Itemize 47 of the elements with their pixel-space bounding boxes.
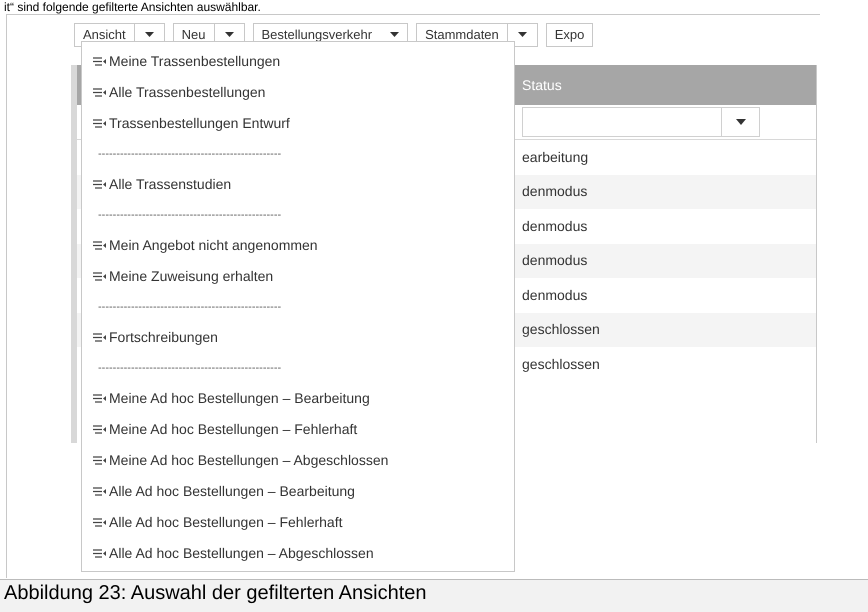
toolbar-button[interactable]: Expo (546, 22, 594, 46)
menu-item[interactable]: Alle Ad hoc Bestellungen – Bearbeitung (82, 476, 514, 507)
table-cell-text: denmodus (522, 251, 588, 270)
menu-item[interactable]: Meine Zuweisung erhalten (82, 261, 514, 292)
menu-separator: -------------------------------------------------- (98, 360, 282, 376)
table-cell-text: denmodus (522, 216, 588, 236)
view-list-icon (93, 119, 107, 128)
menu-item[interactable]: Alle Trassenstudien (82, 169, 514, 200)
view-list-icon (93, 487, 107, 496)
menu-item[interactable]: Alle Ad hoc Bestellungen – Abgeschlossen (82, 538, 514, 569)
caret-icon (390, 32, 400, 37)
intro-text: it“ sind folgende gefilterte Ansichten auswählbar. (4, 0, 262, 14)
table-cell-text: geschlossen (522, 320, 600, 340)
view-list-icon (93, 394, 107, 403)
menu-separator: -------------------------------------------------- (98, 208, 282, 223)
table-cell-text: geschlossen (522, 354, 600, 374)
menu-separator: -------------------------------------------------- (98, 146, 282, 162)
menu-item[interactable]: Meine Ad hoc Bestellungen – Fehlerhaft (82, 414, 514, 445)
view-list-icon (93, 241, 107, 250)
menu-item[interactable]: Alle Ad hoc Bestellungen – Fehlerhaft (82, 507, 514, 538)
menu-item[interactable]: Alle Trassenbestellungen (82, 77, 514, 108)
column-header: Status (522, 76, 562, 94)
table-cell-text: denmodus (522, 286, 588, 305)
view-list-icon (93, 425, 107, 434)
view-list-icon (93, 333, 107, 342)
view-list-icon (93, 88, 107, 97)
table-cell-text: earbeitung (522, 148, 588, 167)
menu-item[interactable]: Fortschreibungen (82, 322, 514, 353)
view-list-icon (93, 549, 107, 558)
menu-separator: -------------------------------------------------- (98, 300, 282, 315)
menu-item[interactable]: Mein Angebot nicht angenommen (82, 230, 514, 261)
menu-item[interactable]: Meine Ad hoc Bestellungen – Bearbeitung (82, 383, 514, 414)
menu-item[interactable]: Trassenbestellungen Entwurf (82, 108, 514, 139)
table-cell-text: denmodus (522, 182, 588, 202)
view-list-icon (93, 180, 107, 189)
caret-icon (144, 32, 154, 37)
menu-item[interactable]: Meine Ad hoc Bestellungen – Abgeschlossen (82, 445, 514, 476)
dropdown-toggle[interactable] (508, 22, 538, 46)
figure-caption: Abbildung 23: Auswahl der gefilterten Ansichten (4, 583, 428, 603)
caret-icon (518, 32, 527, 37)
view-list-icon (93, 57, 107, 66)
caret-icon (736, 119, 746, 125)
view-list-icon (93, 272, 107, 281)
view-list-icon (93, 518, 107, 527)
menu-item[interactable]: Meine Trassenbestellungen (82, 46, 514, 77)
caret-icon (224, 32, 234, 37)
view-list-icon (93, 456, 107, 465)
